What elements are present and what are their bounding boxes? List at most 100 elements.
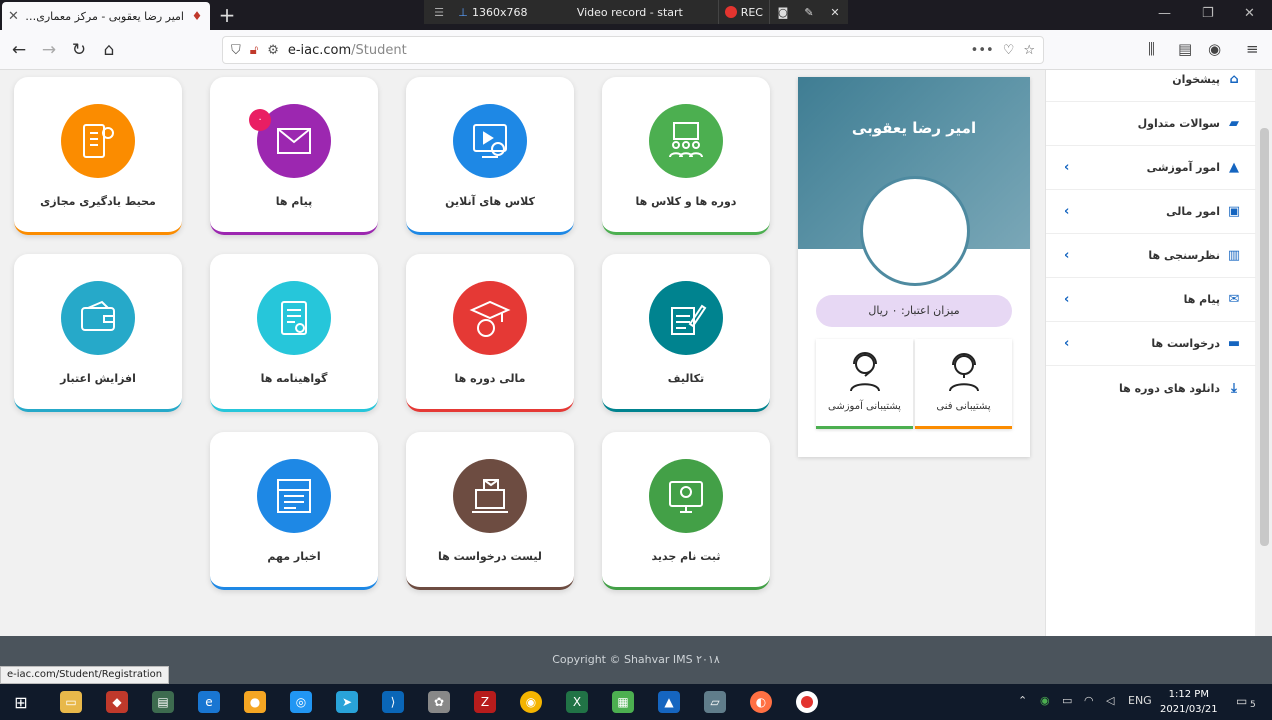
sidebar-item-finance[interactable]: ‹ امور مالی ▣ [1046,190,1256,234]
volume-icon[interactable]: ◁ [1106,694,1114,707]
recorder-resolution: 1360x768 [472,5,528,19]
excel-icon[interactable]: X [566,691,588,713]
chevron-left-icon: ‹ [1064,292,1070,307]
close-window-icon[interactable]: ✕ [1244,6,1255,21]
assignment-icon [649,281,723,355]
sheet-app-icon[interactable]: ▦ [612,691,634,713]
pin-icon[interactable]: ⊥ [454,6,472,19]
card-messages[interactable]: ۰ پیام ها [210,77,378,235]
page-content: دوره ها و کلاس ها کلاس های آنلاین ۰ پیام… [0,70,1272,636]
notification-icon[interactable]: ▭ [1236,694,1247,708]
card-label: افزایش اعتبار [60,372,136,385]
clock-date: 2021/03/21 [1160,704,1218,715]
recorder-title: Video record - start [576,5,683,19]
chevron-left-icon: ‹ [1064,160,1070,175]
window-app-icon[interactable]: ▤ [152,691,174,713]
paint-app-icon[interactable]: ✿ [428,691,450,713]
shield-icon[interactable]: ⛉ [231,43,241,58]
chevron-left-icon: ‹ [1064,248,1070,263]
edu-support-button[interactable]: پشتیبانی آموزشی [816,339,913,429]
pocket-icon[interactable]: ♡ [1003,43,1015,58]
permissions-icon[interactable]: ⚙ [267,43,279,58]
ruby-app-icon[interactable]: ◆ [106,691,128,713]
network-app-icon[interactable]: ◎ [290,691,312,713]
card-courses[interactable]: دوره ها و کلاس ها [602,77,770,235]
forward-icon[interactable]: → [38,39,60,61]
rec-button[interactable]: REC [717,0,770,24]
sidebar-toggle-icon[interactable]: ▤ [1178,40,1192,58]
close-tab-icon[interactable]: ✕ [8,9,19,24]
card-course-finance[interactable]: مالی دوره ها [406,254,574,412]
file-explorer-icon[interactable]: ▭ [60,691,82,713]
sidebar-item-faq[interactable]: سوالات متداول ▰ [1046,102,1256,146]
internet-explorer-icon[interactable]: e [198,691,220,713]
card-virtual-learning[interactable]: محیط یادگیری مجازی [14,77,182,235]
card-new-registration[interactable]: ثبت نام جدید [602,432,770,590]
url-bar[interactable]: ⛉ 🔓︎ ⚙ e-iac.com/Student ••• ♡ ☆ [222,36,1044,64]
camera-icon[interactable]: ◙ [770,6,796,19]
pen-icon[interactable]: ✎ [796,6,822,19]
photos-icon[interactable]: ▲ [658,691,680,713]
faq-icon: ▰ [1229,116,1239,131]
sidebar-item-requests[interactable]: ‹ درخواست ها ▬ [1046,322,1256,366]
wifi-icon[interactable]: ◠ [1084,694,1094,707]
home-icon[interactable]: ⌂ [98,39,120,61]
filezilla-icon[interactable]: Z [474,691,496,713]
card-request-list[interactable]: لیست درخواست ها [406,432,574,590]
rec-label: REC [740,5,763,19]
restore-icon[interactable]: ❐ [1202,6,1214,21]
online-class-icon [453,104,527,178]
chevron-left-icon: ‹ [1064,336,1070,351]
record-app-icon[interactable] [796,691,818,713]
browser-tab[interactable]: ♦ امیر رضا یعقوبی - مرکز معماری ایران ✕ [2,2,210,30]
tray-chevron-up-icon[interactable]: ⌃ [1018,694,1027,707]
library-icon[interactable]: ⫼ [1148,40,1155,58]
scrollbar-thumb[interactable] [1260,128,1269,546]
firefox-icon[interactable]: ◐ [750,691,772,713]
sidebar-item-surveys[interactable]: ‹ نظرسنجی ها ▥ [1046,234,1256,278]
page-actions-icon[interactable]: ••• [971,43,994,58]
avatar[interactable] [860,176,970,286]
card-assignments[interactable]: تکالیف [602,254,770,412]
card-online-classes[interactable]: کلاس های آنلاین [406,77,574,235]
card-news[interactable]: اخبار مهم [210,432,378,590]
recorder-toolbar: ☰ ⊥ 1360x768 Video record - start REC ◙ … [424,0,848,24]
news-icon [257,459,331,533]
language-indicator[interactable]: ENG [1128,694,1152,707]
courses-icon [649,104,723,178]
footer-copyright: Copyright © Shahvar IMS ۲۰۱۸ [552,653,720,666]
page-scrollbar[interactable] [1257,70,1272,636]
notes-app-icon[interactable]: ▱ [704,691,726,713]
sidebar-item-downloads[interactable]: دانلود های دوره ها ⤓ [1046,366,1256,410]
card-add-credit[interactable]: افزایش اعتبار [14,254,182,412]
back-icon[interactable]: ← [8,39,30,61]
education-icon: ▲ [1229,160,1239,175]
sidebar-item-education[interactable]: ‹ امور آموزشی ▲ [1046,146,1256,190]
telegram-icon[interactable]: ➤ [336,691,358,713]
insecure-lock-icon[interactable]: 🔓︎ [250,43,258,58]
chrome-icon[interactable]: ◉ [520,691,542,713]
close-recorder-icon[interactable]: ✕ [822,6,848,19]
reload-icon[interactable]: ↻ [68,39,90,61]
mail-icon: ✉ [1228,292,1240,307]
tray-status-icon[interactable]: ◉ [1040,694,1050,707]
card-label: کلاس های آنلاین [445,195,535,208]
url-text[interactable]: e-iac.com/Student [288,43,962,58]
bookmark-star-icon[interactable]: ☆ [1023,43,1035,58]
new-tab-button[interactable]: + [217,3,237,27]
account-icon[interactable]: ◉ [1208,40,1221,58]
tech-support-button[interactable]: پشتیبانی فنی [915,339,1012,429]
sidebar-item-label: درخواست ها [1151,337,1220,350]
sidebar-item-dashboard[interactable]: پیشخوان ⌂ [1046,70,1256,102]
menu-icon[interactable]: ≡ [1246,40,1259,58]
media-app-icon[interactable]: ● [244,691,266,713]
sidebar-item-messages[interactable]: ‹ پیام ها ✉ [1046,278,1256,322]
windows-start-icon[interactable]: ⊞ [10,691,32,713]
clock[interactable]: 1:12 PM 2021/03/21 [1160,687,1218,717]
card-certificates[interactable]: گواهینامه ها [210,254,378,412]
minimize-icon[interactable]: — [1158,6,1171,21]
vscode-icon[interactable]: ⟩ [382,691,404,713]
battery-icon[interactable]: ▭ [1062,694,1072,707]
download-icon: ⤓ [1231,380,1237,396]
drag-grip-icon[interactable]: ☰ [424,6,454,19]
